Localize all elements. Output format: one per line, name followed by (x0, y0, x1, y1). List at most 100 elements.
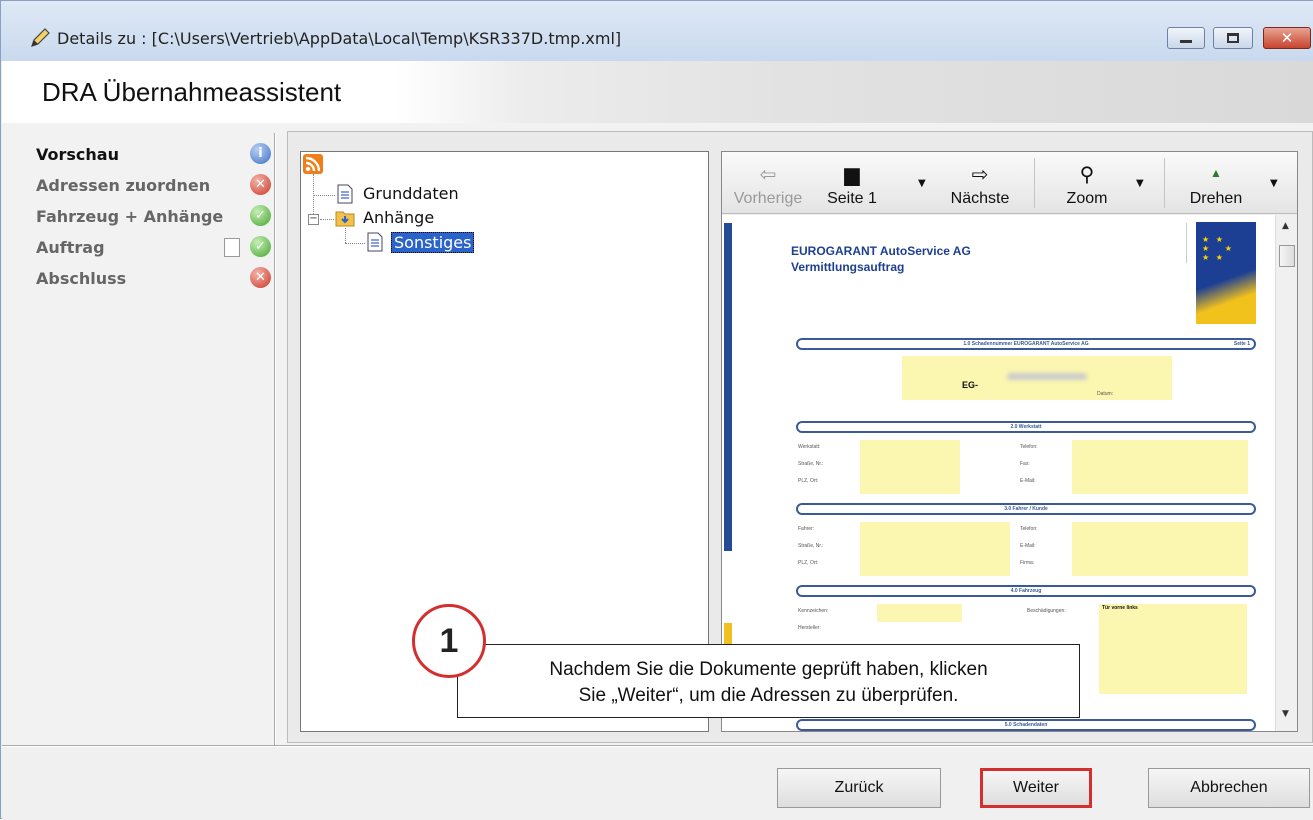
field-label: Fahrer: (798, 526, 815, 532)
divider (1186, 223, 1187, 263)
page-label: Seite 1 (827, 190, 877, 207)
section-header: 5.0 Schadendaten (796, 719, 1256, 731)
main-window: Details zu : [C:\Users\Vertrieb\AppData\… (0, 0, 1313, 820)
tree-line (345, 228, 346, 243)
claim-prefix: EG- (962, 380, 979, 390)
form-field (860, 440, 960, 494)
step-label: Abschluss (36, 269, 127, 288)
step-order[interactable]: Auftrag ✓ (36, 236, 276, 267)
page-icon: ▆ (844, 164, 860, 186)
folder-icon (335, 211, 355, 227)
ok-icon: ✓ (250, 236, 271, 257)
step-label: Adressen zuordnen (36, 176, 211, 195)
vertical-scrollbar[interactable]: ▲ ▼ (1275, 215, 1297, 731)
wizard-header: DRA Übernahmeassistent (2, 61, 1313, 123)
callout-line: Sie „Weiter“, um die Adressen zu überprü… (578, 685, 959, 706)
page-number: Seite 1 (1233, 341, 1250, 347)
rotate-button[interactable]: ▲ Drehen (1178, 152, 1254, 214)
collapse-icon[interactable]: − (308, 214, 319, 225)
close-icon: ✕ (1280, 29, 1294, 47)
step-label: Vorschau (36, 145, 119, 164)
rotate-icon: ▲ (1210, 166, 1222, 180)
form-field (1099, 604, 1247, 694)
viewer-toolbar: ⇦ Vorherige ▆ Seite 1 ▼ ⇨ Nächste ⚲ Zoom… (722, 152, 1297, 214)
field-label: Firma: (1020, 560, 1035, 566)
page-accent-bar (724, 223, 732, 551)
next-label: Nächste (950, 190, 1010, 207)
previous-button[interactable]: ⇦ Vorherige (728, 152, 808, 214)
field-label: E-Mail: (1020, 478, 1036, 484)
zoom-button[interactable]: ⚲ Zoom (1052, 152, 1122, 214)
callout-line: Nachdem Sie die Dokumente geprüft haben,… (549, 659, 988, 680)
document-type: Vermittlungsauftrag (791, 260, 905, 274)
chevron-down-icon[interactable]: ▼ (1136, 178, 1144, 189)
close-button[interactable]: ✕ (1263, 27, 1311, 49)
company-name: EUROGARANT AutoService AG (791, 244, 971, 258)
tree-item-sonstiges[interactable]: Sonstiges (391, 232, 475, 253)
document-icon (367, 232, 383, 252)
page-title: DRA Übernahmeassistent (42, 77, 342, 107)
section-header: 2.0 Werkstatt (796, 421, 1256, 433)
form-field (1072, 440, 1248, 494)
redacted-value (1007, 373, 1087, 380)
footer-bar (2, 747, 1313, 820)
tree-item-anhaenge[interactable]: Anhänge (363, 208, 434, 227)
rotate-label: Drehen (1189, 190, 1243, 207)
minimize-button[interactable] (1167, 27, 1205, 49)
field-label: Kennzeichen: (798, 608, 829, 614)
error-icon: ✕ (250, 174, 271, 195)
scroll-thumb[interactable] (1279, 245, 1295, 267)
eu-stars-icon: ★ ★ ★ ★ ★ ★ (1202, 235, 1234, 262)
form-field (877, 604, 962, 622)
section-title: 3.0 Fahrer / Kunde (1004, 506, 1048, 512)
date-label: Datum: (1097, 391, 1114, 397)
step-number-badge: 1 (412, 604, 486, 678)
scroll-down-icon[interactable]: ▼ (1282, 709, 1289, 719)
chevron-down-icon[interactable]: ▼ (1270, 178, 1278, 189)
rss-icon (303, 154, 323, 174)
section-title: 2.0 Werkstatt (1010, 424, 1042, 430)
field-label: PLZ, Ort: (798, 478, 819, 484)
tree-item-grunddaten[interactable]: Grunddaten (363, 184, 459, 203)
chevron-down-icon[interactable]: ▼ (918, 178, 926, 189)
step-preview[interactable]: Vorschau i (36, 143, 276, 174)
maximize-icon (1227, 33, 1239, 43)
form-field (1072, 522, 1248, 576)
minimize-icon (1180, 40, 1192, 43)
next-button[interactable]: ⇨ Nächste (940, 152, 1020, 214)
vertical-separator (274, 133, 276, 745)
toolbar-separator (1164, 158, 1165, 208)
back-button[interactable]: Zurück (777, 768, 941, 808)
tree-line (313, 195, 335, 196)
page-button[interactable]: ▆ Seite 1 (816, 152, 888, 214)
pencil-icon (31, 28, 50, 47)
cancel-button[interactable]: Abbrechen (1148, 768, 1310, 808)
field-label: Straße, Nr.: (798, 461, 824, 467)
step-addresses[interactable]: Adressen zuordnen ✕ (36, 174, 276, 205)
field-label: PLZ, Ort: (798, 560, 819, 566)
scroll-up-icon[interactable]: ▲ (1282, 221, 1289, 231)
section-header: 4.0 Fahrzeug (796, 585, 1256, 597)
step-label: Auftrag (36, 238, 105, 257)
arrow-left-icon: ⇦ (759, 164, 777, 186)
field-label: E-Mail: (1020, 543, 1036, 549)
field-label: Beschädigungen: (1027, 608, 1066, 614)
field-label: Fax: (1020, 461, 1030, 467)
zoom-label: Zoom (1066, 190, 1108, 207)
field-label: Telefon: (1020, 526, 1038, 532)
zoom-icon: ⚲ (1079, 164, 1095, 186)
maximize-button[interactable] (1213, 27, 1253, 49)
arrow-right-icon: ⇨ (971, 164, 989, 186)
damage-value: Tür vorne links (1102, 605, 1138, 611)
next-button[interactable]: Weiter (980, 768, 1092, 808)
ok-icon: ✓ (250, 205, 271, 226)
toolbar-separator (1034, 158, 1035, 208)
step-finish[interactable]: Abschluss ✕ (36, 267, 276, 298)
section-title: 5.0 Schadendaten (1004, 722, 1048, 728)
field-label: Straße, Nr.: (798, 543, 824, 549)
step-vehicle[interactable]: Fahrzeug + Anhänge ✓ (36, 205, 276, 236)
section-title: 4.0 Fahrzeug (1010, 588, 1042, 594)
tree-line (345, 243, 365, 244)
step-list: Vorschau i Adressen zuordnen ✕ Fahrzeug … (36, 143, 276, 298)
step-label: Fahrzeug + Anhänge (36, 207, 224, 226)
